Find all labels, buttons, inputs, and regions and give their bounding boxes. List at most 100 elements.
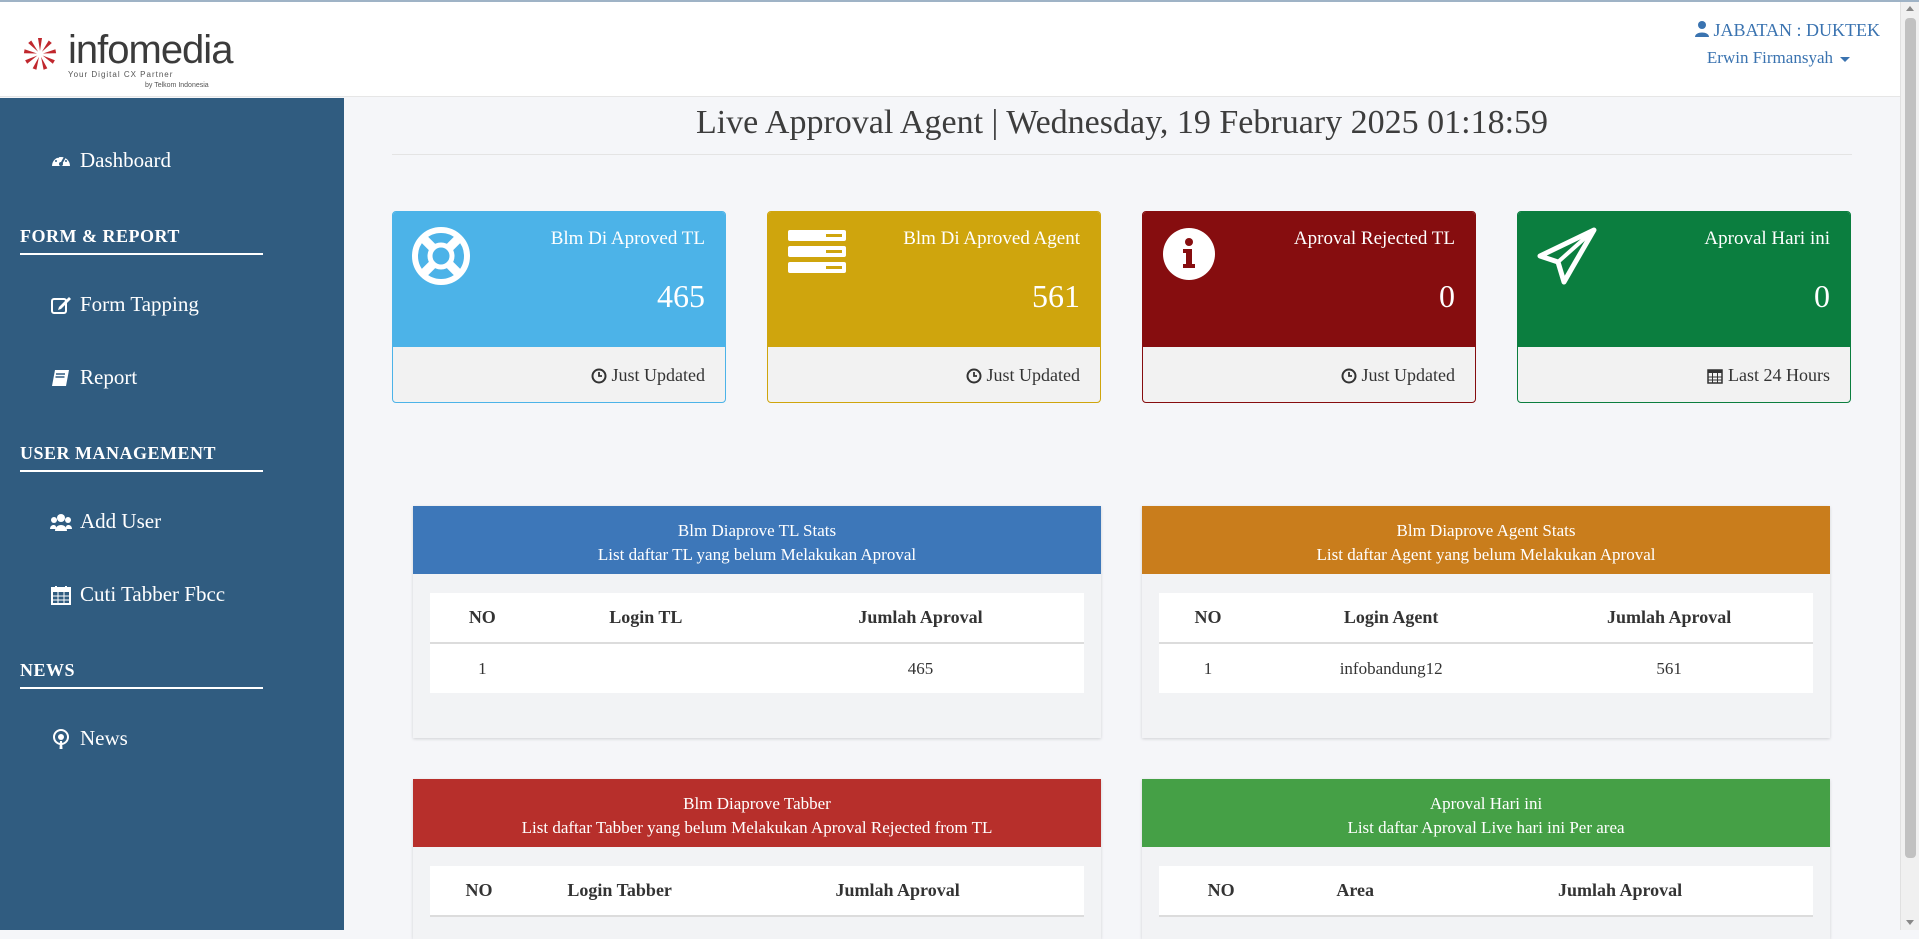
vertical-scrollbar[interactable] xyxy=(1900,2,1919,930)
sidebar-item-label: Dashboard xyxy=(80,148,171,172)
stat-card-footer-text: Just Updated xyxy=(986,365,1081,385)
table-row: 1 infobandung12 561 xyxy=(1159,643,1813,693)
main-content: Live Approval Agent | Wednesday, 19 Febr… xyxy=(344,98,1900,939)
panel-header: Blm Diaprove TL Stats List daftar TL yan… xyxy=(413,506,1101,574)
users-icon xyxy=(50,513,72,531)
scroll-down-arrow-icon[interactable] xyxy=(1906,920,1914,925)
table-cell: infobandung12 xyxy=(1339,658,1443,678)
stat-card-value: 0 xyxy=(1814,278,1830,314)
logo-flower-icon xyxy=(23,38,57,70)
panel-heading: Blm Diaprove Tabber xyxy=(683,794,831,813)
panel-subheading: List daftar TL yang belum Melakukan Apro… xyxy=(597,545,917,564)
panel-heading: Blm Diaprove TL Stats xyxy=(677,521,837,540)
sidebar-item-label: Report xyxy=(80,365,138,389)
stat-card-title: Aproval Hari ini xyxy=(1704,228,1830,249)
scrollbar-thumb[interactable] xyxy=(1905,18,1916,858)
info-icon xyxy=(1163,228,1215,280)
sidebar-item-cuti-tabber[interactable]: Cuti Tabber Fbcc xyxy=(50,582,225,607)
column-header[interactable]: NO xyxy=(1159,593,1258,644)
stat-card-header: Aproval Hari ini 0 xyxy=(1518,212,1850,347)
panel-tl-stats: Blm Diaprove TL Stats List daftar TL yan… xyxy=(413,506,1101,738)
sidebar-item-form-tapping[interactable]: Form Tapping xyxy=(50,292,199,317)
sidebar-item-label: Form Tapping xyxy=(80,292,199,316)
column-header[interactable]: Login TL xyxy=(534,593,757,644)
column-header[interactable]: NO xyxy=(1159,866,1284,917)
stat-card-header: Aproval Rejected TL 0 xyxy=(1143,212,1475,347)
stat-card-approval-today[interactable]: Aproval Hari ini 0 Last 24 Hours xyxy=(1517,211,1851,403)
table-cell: 1 xyxy=(478,658,487,678)
column-header[interactable]: Jumlah Aproval xyxy=(711,866,1084,917)
stat-card-title: Blm Di Aproved TL xyxy=(550,228,705,249)
dashboard-icon xyxy=(52,155,70,166)
column-header[interactable]: Login Agent xyxy=(1257,593,1526,644)
stat-card-title: Blm Di Aproved Agent xyxy=(903,228,1080,249)
data-table: NO Login TL Jumlah Aproval 1 465 xyxy=(430,593,1084,693)
panel-agent-stats: Blm Diaprove Agent Stats List daftar Age… xyxy=(1142,506,1830,738)
stat-card-header: Blm Di Aproved TL 465 xyxy=(393,212,725,347)
stat-card-footer-text: Just Updated xyxy=(1361,365,1456,385)
clock-icon xyxy=(591,368,606,383)
stat-card-footer-text: Last 24 Hours xyxy=(1728,365,1830,385)
user-menu-dropdown[interactable]: Erwin Firmansyah xyxy=(1707,48,1850,68)
data-table: NO Area Jumlah Aproval xyxy=(1159,866,1813,917)
panel-heading: Blm Diaprove Agent Stats xyxy=(1396,521,1576,540)
column-header[interactable]: NO xyxy=(430,866,529,917)
sidebar-item-label: Cuti Tabber Fbcc xyxy=(80,582,226,606)
paper-plane-icon xyxy=(1537,227,1597,285)
calendar-icon xyxy=(51,585,71,605)
column-header[interactable]: Login Tabber xyxy=(528,866,712,917)
panel-approval-today: Aproval Hari ini List daftar Aproval Liv… xyxy=(1142,779,1830,939)
stat-card-value: 465 xyxy=(657,278,705,314)
table-cell: 561 xyxy=(1656,658,1682,678)
table-cell: 465 xyxy=(907,658,934,678)
stat-card-footer: Just Updated xyxy=(591,365,706,386)
sidebar: Dashboard FORM & REPORT Form Tapping Rep… xyxy=(0,98,344,930)
column-header[interactable]: Jumlah Aproval xyxy=(1525,593,1813,644)
username-text: Erwin Firmansyah xyxy=(1706,48,1833,67)
panel-subheading: List daftar Agent yang belum Melakukan A… xyxy=(1316,545,1656,564)
stat-card-footer-text: Just Updated xyxy=(611,365,706,385)
stat-card-agent-pending[interactable]: Blm Di Aproved Agent 561 Just Updated xyxy=(767,211,1101,403)
section-user-management: USER MANAGEMENT xyxy=(20,443,263,472)
column-header[interactable]: Area xyxy=(1283,866,1428,917)
top-header: infomedia Your Digital CX Partner by Tel… xyxy=(0,2,1900,97)
clock-icon xyxy=(1341,368,1356,383)
panel-tabber-stats: Blm Diaprove Tabber List daftar Tabber y… xyxy=(413,779,1101,939)
caret-down-icon xyxy=(1840,56,1850,62)
life-ring-icon xyxy=(412,227,470,285)
jabatan-text: JABATAN : DUKTEK xyxy=(1713,20,1880,40)
scroll-up-arrow-icon[interactable] xyxy=(1906,6,1914,11)
stat-card-value: 0 xyxy=(1439,278,1455,314)
sidebar-item-news[interactable]: News xyxy=(50,726,128,751)
panel-heading: Aproval Hari ini xyxy=(1429,794,1543,813)
panel-header: Blm Diaprove Agent Stats List daftar Age… xyxy=(1142,506,1830,574)
stat-card-footer: Just Updated xyxy=(966,365,1081,386)
column-header[interactable]: Jumlah Aproval xyxy=(756,593,1084,644)
section-form-report: FORM & REPORT xyxy=(20,226,263,255)
data-table: NO Login Tabber Jumlah Aproval xyxy=(430,866,1084,917)
sidebar-item-report[interactable]: Report xyxy=(50,365,137,390)
stat-card-value: 561 xyxy=(1032,278,1080,314)
edit-icon xyxy=(51,296,71,314)
logo-tagline: Your Digital CX Partner xyxy=(68,70,174,79)
table-cell xyxy=(535,643,757,693)
stat-card-footer: Last 24 Hours xyxy=(1707,365,1830,386)
stat-card-title: Aproval Rejected TL xyxy=(1293,228,1455,249)
section-news: NEWS xyxy=(20,660,263,689)
stat-card-rejected-tl[interactable]: Aproval Rejected TL 0 Just Updated xyxy=(1142,211,1476,403)
column-header[interactable]: NO xyxy=(430,593,535,644)
server-icon xyxy=(788,230,846,273)
panel-subheading: List daftar Aproval Live hari ini Per ar… xyxy=(1347,818,1625,837)
stat-card-tl-pending[interactable]: Blm Di Aproved TL 465 Just Updated xyxy=(392,211,726,403)
sidebar-item-add-user[interactable]: Add User xyxy=(50,509,161,534)
sidebar-item-label: News xyxy=(80,726,128,750)
clock-icon xyxy=(966,368,981,383)
table-row: 1 465 xyxy=(430,643,1084,693)
user-icon xyxy=(1695,21,1710,37)
column-header[interactable]: Jumlah Aproval xyxy=(1427,866,1813,917)
stat-card-header: Blm Di Aproved Agent 561 xyxy=(768,212,1100,347)
sidebar-item-dashboard[interactable]: Dashboard xyxy=(50,148,171,173)
panel-subheading: List daftar Tabber yang belum Melakukan … xyxy=(521,818,993,837)
sidebar-item-label: Add User xyxy=(80,509,162,533)
podcast-icon xyxy=(53,728,69,749)
